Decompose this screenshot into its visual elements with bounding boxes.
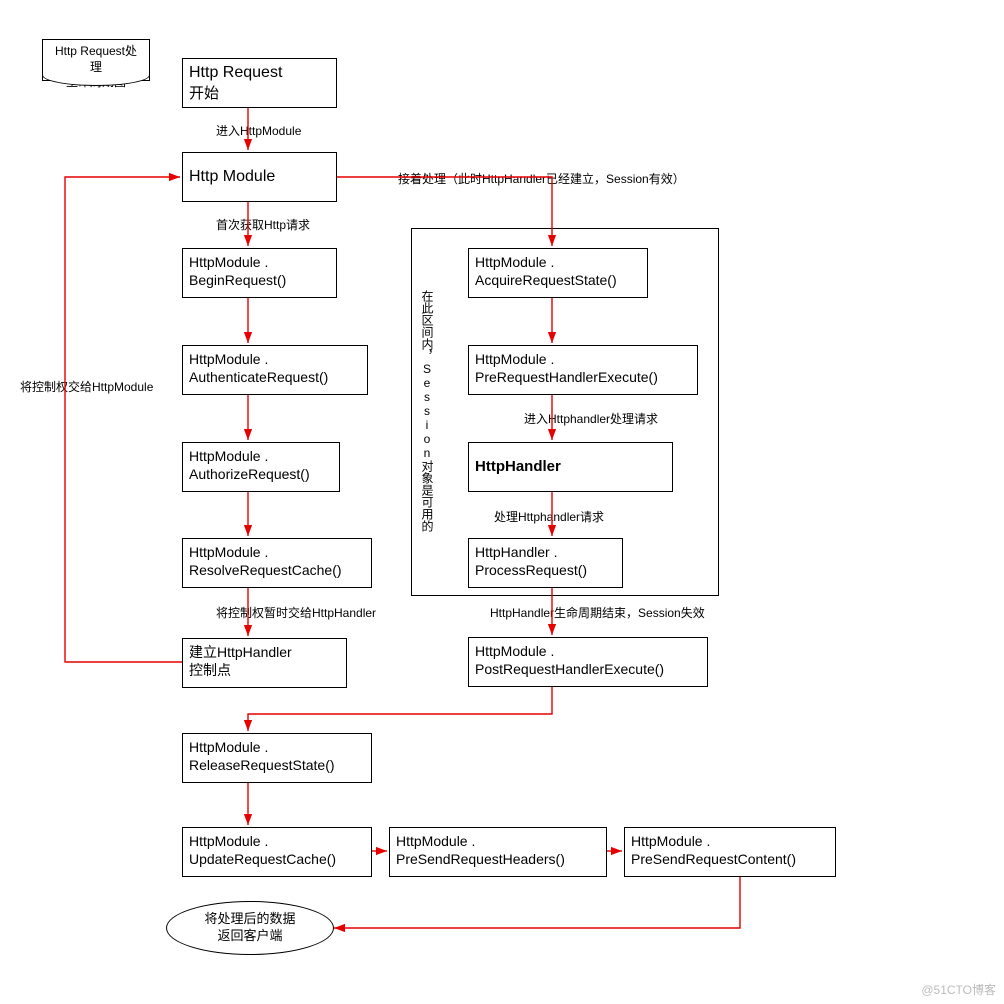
box-resolve-l1: HttpModule . <box>189 543 365 561</box>
box-resolve: HttpModule . ResolveRequestCache() <box>182 538 372 588</box>
box-acquire: HttpModule . AcquireRequestState() <box>468 248 648 298</box>
box-precontent-l1: HttpModule . <box>631 832 829 850</box>
note-title: Http Request处理生命周期图 <box>42 39 150 81</box>
box-preexec-l2: PreRequestHandlerExecute() <box>475 368 691 386</box>
box-acquire-l2: AcquireRequestState() <box>475 271 641 289</box>
ellipse-end: 将处理后的数据 返回客户端 <box>166 901 334 955</box>
box-establish-l2: 控制点 <box>189 661 340 679</box>
box-module: Http Module <box>182 152 337 202</box>
box-establish: 建立HttpHandler 控制点 <box>182 638 347 688</box>
label-hand-over: 将控制权暂时交给HttpHandler <box>216 604 376 621</box>
box-authorize: HttpModule . AuthorizeRequest() <box>182 442 340 492</box>
box-preexec-l1: HttpModule . <box>475 350 691 368</box>
box-postexec-l1: HttpModule . <box>475 642 701 660</box>
box-preheaders-l1: HttpModule . <box>396 832 600 850</box>
box-module-l1: Http Module <box>189 167 275 188</box>
box-update-l2: UpdateRequestCache() <box>189 850 365 868</box>
label-first-get: 首次获取Http请求 <box>216 216 310 233</box>
box-resolve-l2: ResolveRequestCache() <box>189 561 365 579</box>
box-establish-l1: 建立HttpHandler <box>189 643 340 661</box>
box-begin-l2: BeginRequest() <box>189 271 330 289</box>
label-left-return: 将控制权交给HttpModule <box>20 378 153 395</box>
label-handler-end: HttpHandler生命周期结束，Session失效 <box>490 604 705 621</box>
box-auth-l1: HttpModule . <box>189 350 361 368</box>
box-postexec-l2: PostRequestHandlerExecute() <box>475 660 701 678</box>
watermark: @51CTO博客 <box>921 981 996 998</box>
box-begin-l1: HttpModule . <box>189 253 330 271</box>
box-precontent: HttpModule . PreSendRequestContent() <box>624 827 836 877</box>
box-update: HttpModule . UpdateRequestCache() <box>182 827 372 877</box>
box-process-l1: HttpHandler . <box>475 543 616 561</box>
box-preheaders: HttpModule . PreSendRequestHeaders() <box>389 827 607 877</box>
box-start-l1: Http Request <box>189 63 330 84</box>
box-release-l1: HttpModule . <box>189 738 365 756</box>
box-start-l2: 开始 <box>189 84 330 104</box>
box-precontent-l2: PreSendRequestContent() <box>631 850 829 868</box>
label-enter-module: 进入HttpModule <box>216 122 301 139</box>
box-preexec: HttpModule . PreRequestHandlerExecute() <box>468 345 698 395</box>
box-begin: HttpModule . BeginRequest() <box>182 248 337 298</box>
label-continue: 接着处理（此时HttpHandler已经建立，Session有效） <box>398 170 685 187</box>
box-authorize-l2: AuthorizeRequest() <box>189 465 333 483</box>
label-enter-handler: 进入Httphandler处理请求 <box>524 410 658 427</box>
box-auth: HttpModule . AuthenticateRequest() <box>182 345 368 395</box>
box-release-l2: ReleaseRequestState() <box>189 756 365 774</box>
box-release: HttpModule . ReleaseRequestState() <box>182 733 372 783</box>
box-process: HttpHandler . ProcessRequest() <box>468 538 623 588</box>
box-preheaders-l2: PreSendRequestHeaders() <box>396 850 600 868</box>
ellipse-l2: 返回客户端 <box>204 928 295 945</box>
box-handler: HttpHandler <box>468 442 673 492</box>
box-auth-l2: AuthenticateRequest() <box>189 368 361 386</box>
box-postexec: HttpModule . PostRequestHandlerExecute() <box>468 637 708 687</box>
ellipse-l1: 将处理后的数据 <box>204 911 295 928</box>
label-process-handler: 处理Httphandler请求 <box>494 508 604 525</box>
box-handler-l1: HttpHandler <box>475 457 561 477</box>
box-acquire-l1: HttpModule . <box>475 253 641 271</box>
label-session-vnote: 在此区间内，Session对象是可用的 <box>419 290 436 532</box>
box-process-l2: ProcessRequest() <box>475 561 616 579</box>
box-update-l1: HttpModule . <box>189 832 365 850</box>
box-start: Http Request 开始 <box>182 58 337 108</box>
note-text: Http Request处理生命周期图 <box>55 44 137 89</box>
box-authorize-l1: HttpModule . <box>189 447 333 465</box>
